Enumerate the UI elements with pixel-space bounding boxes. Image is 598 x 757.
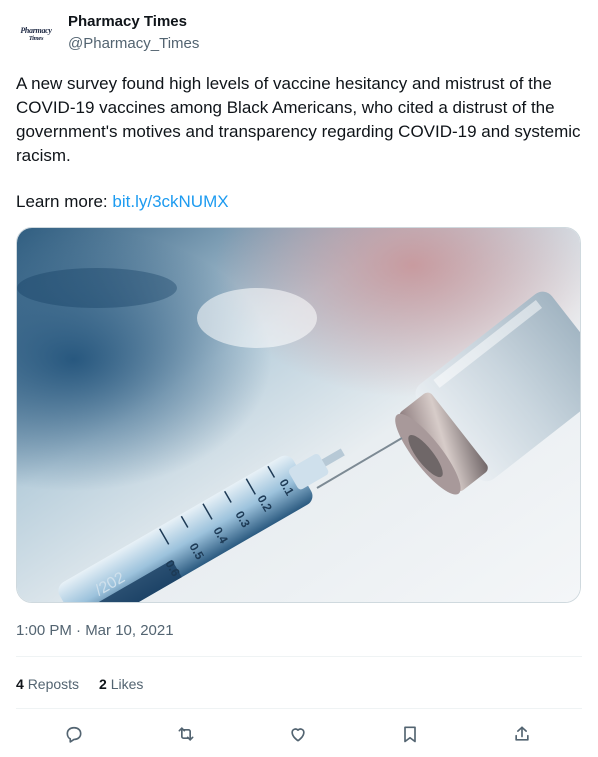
avatar[interactable]: Pharmacy Times	[16, 14, 56, 54]
tweet-text: A new survey found high levels of vaccin…	[16, 72, 582, 168]
likes-label: Likes	[110, 676, 144, 692]
reply-icon	[66, 726, 82, 743]
share-icon	[515, 726, 529, 741]
bookmark-icon	[404, 726, 416, 743]
like-button[interactable]	[282, 718, 314, 750]
avatar-line1: Pharmacy	[20, 25, 52, 35]
learn-more-label: Learn more:	[16, 192, 113, 211]
share-button[interactable]	[506, 718, 538, 750]
vaccine-photo: 0.6 0.5 0.4 0.3 0.2 0.1 /202	[17, 228, 580, 602]
divider-bottom	[16, 708, 582, 709]
tweet-link[interactable]: bit.ly/3ckNUMX	[112, 192, 228, 211]
reposts-count: 4	[16, 676, 24, 692]
learn-more-line: Learn more: bit.ly/3ckNUMX	[16, 190, 229, 214]
avatar-line2: Times	[28, 34, 44, 42]
engagement-stats: 4 Reposts 2 Likes	[16, 676, 143, 692]
tweet-card: Pharmacy Times Pharmacy Times @Pharmacy_…	[0, 0, 598, 757]
heart-icon	[291, 728, 305, 742]
tweet-body: A new survey found high levels of vaccin…	[16, 74, 581, 165]
likes-count: 2	[99, 676, 107, 692]
tweet-image[interactable]: 0.6 0.5 0.4 0.3 0.2 0.1 /202	[16, 227, 581, 603]
account-name[interactable]: Pharmacy Times	[68, 13, 187, 30]
account-handle[interactable]: @Pharmacy_Times	[68, 35, 199, 52]
action-bar	[16, 718, 582, 750]
likes-stat[interactable]: 2 Likes	[99, 676, 143, 692]
reposts-label: Reposts	[27, 676, 80, 692]
divider-top	[16, 656, 582, 657]
bookmark-button[interactable]	[394, 718, 426, 750]
repost-icon	[178, 727, 194, 741]
reposts-stat[interactable]: 4 Reposts	[16, 676, 79, 692]
timestamp[interactable]: 1:00 PM · Mar 10, 2021	[16, 622, 174, 639]
reply-button[interactable]	[58, 718, 90, 750]
repost-button[interactable]	[170, 718, 202, 750]
